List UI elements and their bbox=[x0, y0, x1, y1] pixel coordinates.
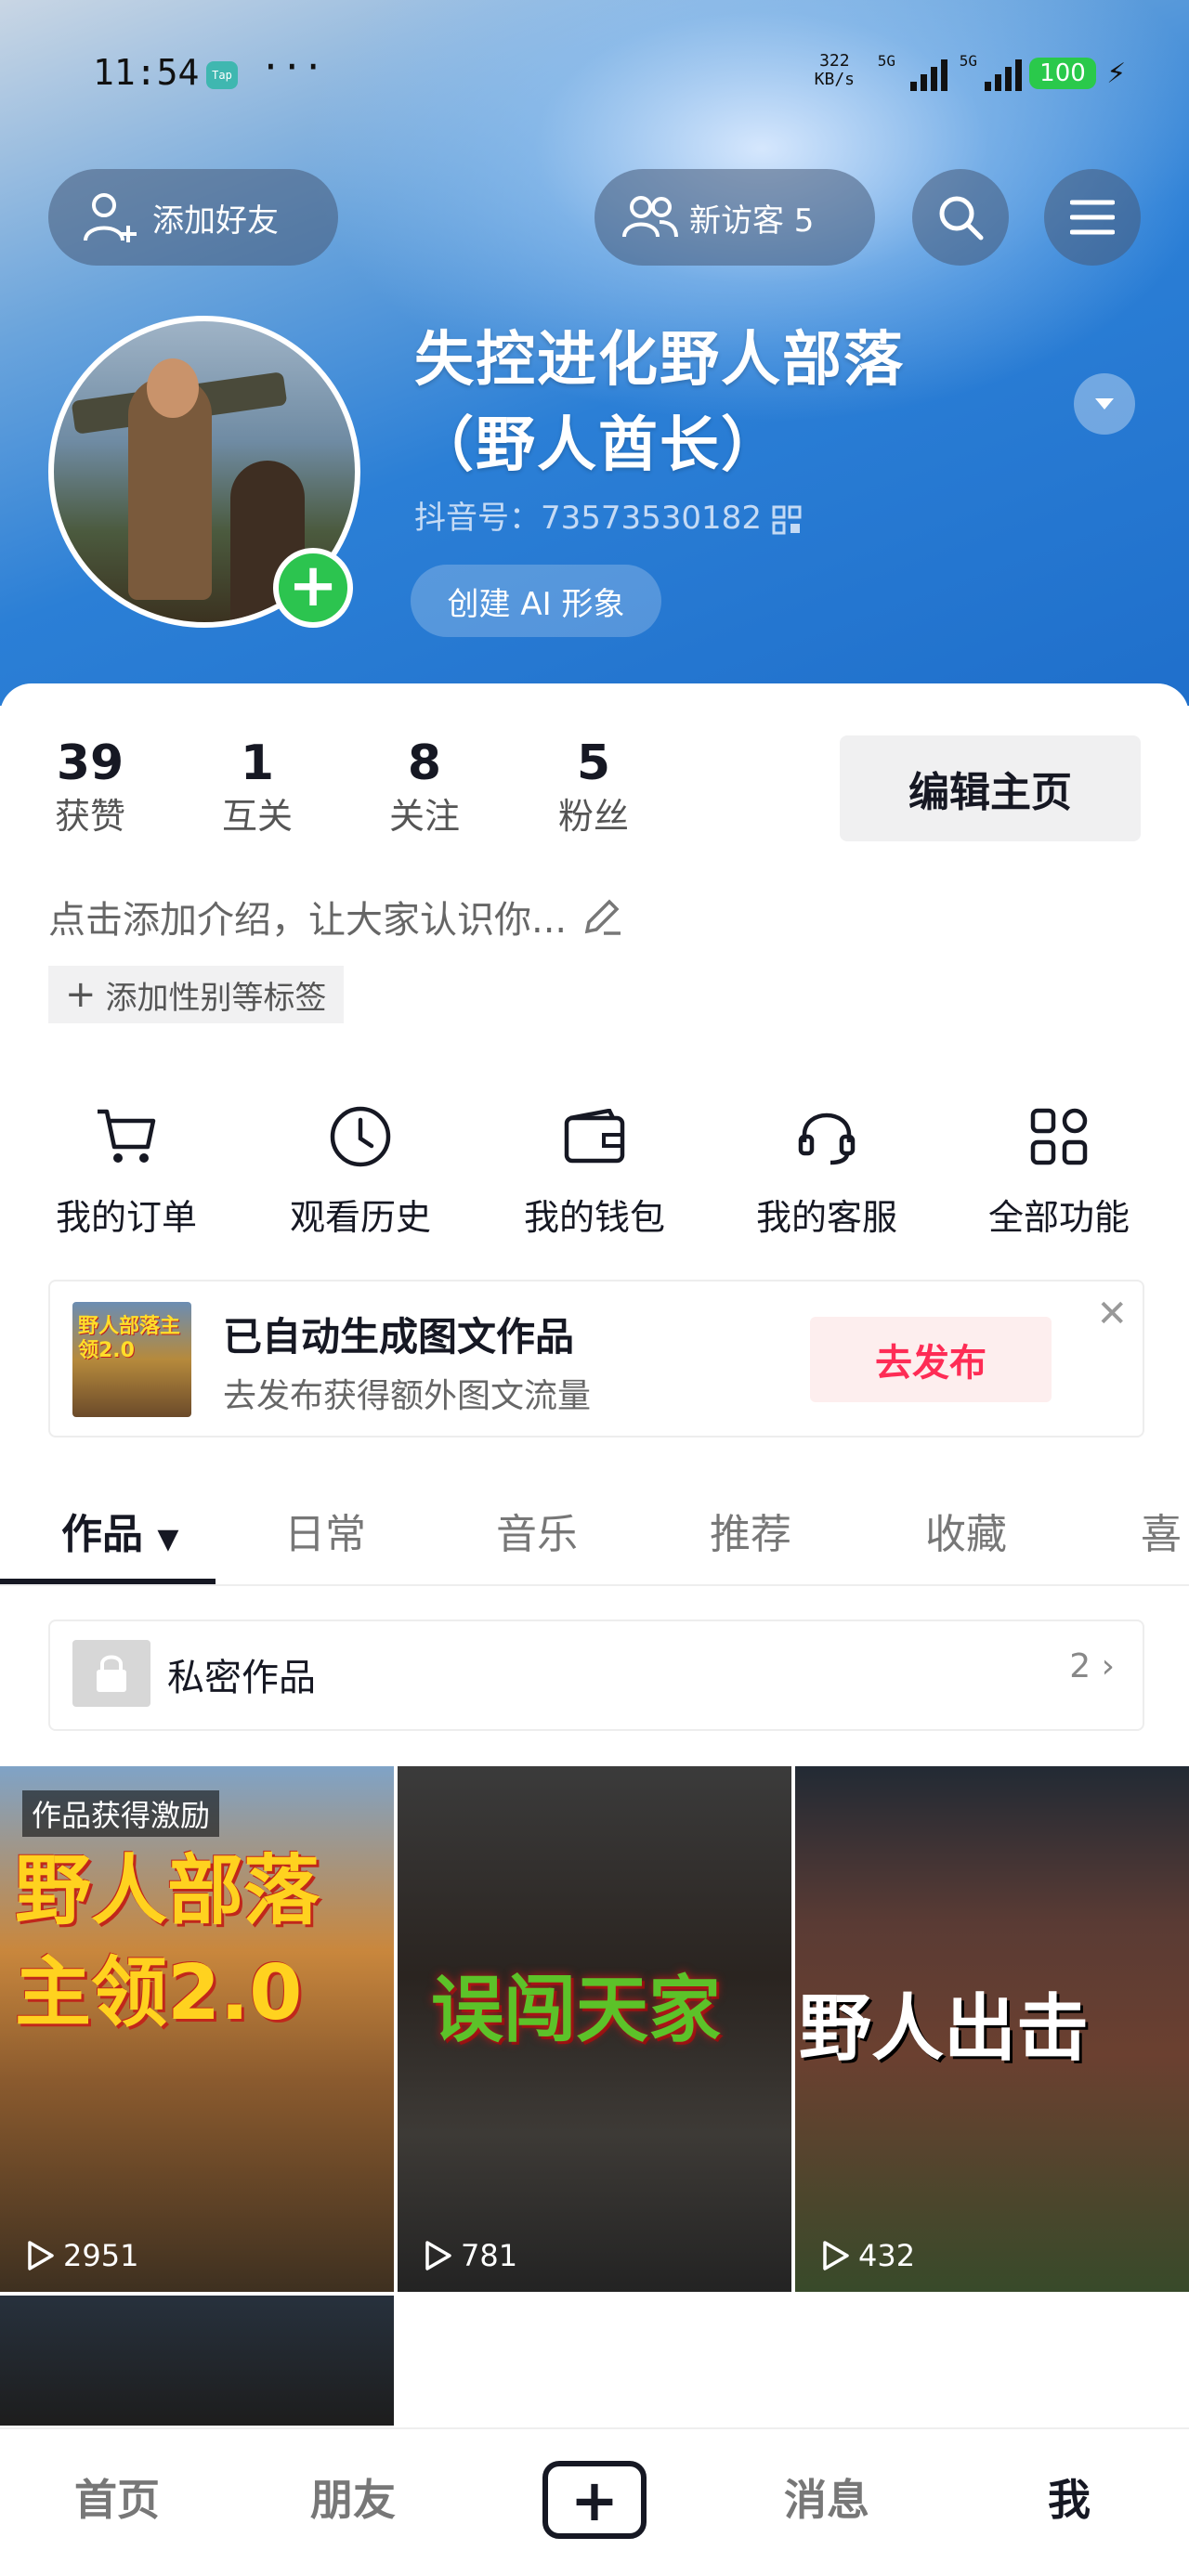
new-visitors-button[interactable]: 新访客 5 bbox=[594, 169, 875, 266]
clock-icon bbox=[330, 1106, 391, 1167]
new-visitors-label: 新访客 5 bbox=[689, 202, 815, 240]
video-thumbnail[interactable] bbox=[0, 2296, 394, 2426]
visitors-icon bbox=[622, 196, 678, 238]
play-count: 2951 bbox=[22, 2238, 138, 2273]
profile-nickname: 失控进化野人部落 （野人酋长） bbox=[414, 326, 905, 480]
incentive-badge: 作品获得激励 bbox=[22, 1790, 220, 1837]
bottom-nav: 首页 朋友 + 消息 我 bbox=[0, 2427, 1189, 2576]
auto-generated-post-notice[interactable]: 野人部落主领2.0 已自动生成图文作品 去发布获得额外图文流量 去发布 ✕ bbox=[48, 1280, 1144, 1438]
notice-title: 已自动生成图文作品 bbox=[223, 1314, 575, 1360]
lock-icon bbox=[72, 1640, 150, 1707]
publish-button[interactable]: 去发布 bbox=[810, 1317, 1052, 1402]
search-button[interactable] bbox=[912, 169, 1009, 266]
menu-icon bbox=[1070, 200, 1115, 235]
nav-messages[interactable]: 消息 bbox=[784, 2466, 869, 2528]
cart-icon bbox=[98, 1109, 156, 1163]
more-notifications-icon: ··· bbox=[260, 46, 324, 87]
signal-icon bbox=[910, 59, 947, 91]
plus-icon: + bbox=[65, 973, 97, 1016]
headset-icon bbox=[798, 1112, 856, 1165]
private-works-label: 私密作品 bbox=[167, 1657, 316, 1699]
caret-down-icon: ▼ bbox=[157, 1523, 179, 1555]
my-wallet-button[interactable]: 我的钱包 bbox=[492, 1101, 697, 1240]
play-icon bbox=[823, 2241, 849, 2270]
tab-likes[interactable]: 喜 bbox=[1141, 1501, 1182, 1560]
play-icon bbox=[425, 2241, 451, 2270]
play-count: 432 bbox=[817, 2238, 915, 2273]
douyin-id[interactable]: 抖音号：73573530182 bbox=[414, 492, 802, 538]
battery-icon: 100 bbox=[1029, 58, 1096, 89]
stat-followers[interactable]: 5 粉丝 bbox=[552, 734, 635, 839]
close-icon[interactable]: ✕ bbox=[1096, 1293, 1128, 1335]
play-icon bbox=[28, 2241, 54, 2270]
pencil-icon bbox=[584, 899, 621, 935]
create-ai-avatar-button[interactable]: 创建 AI 形象 bbox=[411, 565, 661, 637]
network-speed: 322 KB/s bbox=[814, 51, 855, 89]
tab-works[interactable]: 作品 ▼ bbox=[61, 1501, 178, 1560]
plus-icon: + bbox=[570, 2465, 619, 2534]
chevron-right-icon: › bbox=[1101, 1647, 1115, 1685]
qr-code-icon bbox=[772, 505, 802, 534]
notice-subtitle: 去发布获得额外图文流量 bbox=[223, 1377, 592, 1415]
all-functions-button[interactable]: 全部功能 bbox=[957, 1101, 1161, 1240]
play-count: 781 bbox=[420, 2238, 517, 2273]
tab-daily[interactable]: 日常 bbox=[284, 1501, 366, 1560]
video-thumbnail[interactable]: 误闯天家 781 bbox=[398, 1766, 791, 2292]
add-tags-button[interactable]: + 添加性别等标签 bbox=[48, 966, 344, 1023]
search-icon bbox=[939, 196, 984, 241]
sim2-label: 5G bbox=[959, 52, 977, 70]
wallet-icon bbox=[564, 1109, 625, 1164]
tap-app-icon: Tap bbox=[206, 61, 238, 89]
status-time: 11:54 bbox=[93, 52, 200, 93]
video-thumbnail[interactable]: 作品获得激励 野人部落 主领2.0 2951 bbox=[0, 1766, 394, 2292]
video-thumbnail[interactable]: 野人出击 432 bbox=[795, 1766, 1189, 2292]
add-user-icon bbox=[84, 193, 137, 242]
menu-button[interactable] bbox=[1044, 169, 1141, 266]
stat-mutual[interactable]: 1 互关 bbox=[216, 734, 299, 839]
status-bar: 11:54 Tap ··· 322 KB/s 5G 5G 100 ⚡ bbox=[93, 46, 1133, 98]
charging-icon: ⚡ bbox=[1106, 54, 1126, 91]
nav-home[interactable]: 首页 bbox=[74, 2466, 160, 2528]
my-orders-button[interactable]: 我的订单 bbox=[24, 1101, 229, 1240]
watch-history-button[interactable]: 观看历史 bbox=[258, 1101, 463, 1240]
chevron-down-icon bbox=[1095, 398, 1114, 410]
create-post-button[interactable]: + bbox=[542, 2461, 647, 2539]
add-intro[interactable]: 点击添加介绍，让大家认识你... bbox=[48, 890, 624, 943]
sim1-label: 5G bbox=[877, 52, 895, 70]
signal-icon bbox=[985, 59, 1022, 91]
add-friend-label: 添加好友 bbox=[152, 202, 279, 240]
tab-favorites[interactable]: 收藏 bbox=[925, 1501, 1007, 1560]
nav-friends[interactable]: 朋友 bbox=[310, 2466, 396, 2528]
edit-profile-button[interactable]: 编辑主页 bbox=[840, 735, 1141, 841]
nav-me[interactable]: 我 bbox=[1048, 2466, 1091, 2528]
grid-icon bbox=[1030, 1108, 1088, 1165]
stat-following[interactable]: 8 关注 bbox=[383, 734, 466, 839]
customer-service-button[interactable]: 我的客服 bbox=[725, 1101, 929, 1240]
tab-music[interactable]: 音乐 bbox=[496, 1501, 578, 1560]
add-friend-button[interactable]: 添加好友 bbox=[48, 169, 338, 266]
account-switch-button[interactable] bbox=[1074, 373, 1135, 435]
notice-thumbnail: 野人部落主领2.0 bbox=[72, 1302, 191, 1417]
stat-likes[interactable]: 39 获赞 bbox=[48, 734, 132, 839]
active-tab-indicator bbox=[0, 1579, 216, 1584]
private-works-row[interactable]: 私密作品 2 › bbox=[48, 1620, 1144, 1731]
private-works-count: 2 › bbox=[1069, 1647, 1115, 1685]
add-story-plus-icon[interactable]: + bbox=[273, 548, 353, 628]
content-tabs: 作品 ▼ 日常 音乐 推荐 收藏 喜 bbox=[0, 1482, 1189, 1586]
tab-recommended[interactable]: 推荐 bbox=[710, 1501, 791, 1560]
